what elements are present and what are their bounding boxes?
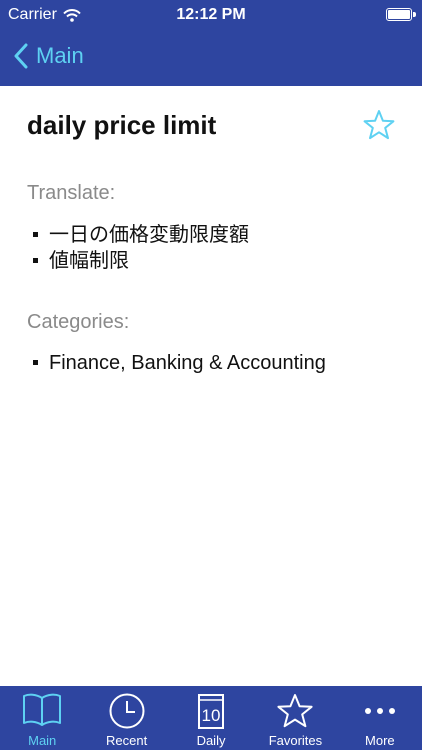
tab-more[interactable]: More	[338, 686, 422, 750]
book-icon	[23, 693, 62, 726]
calendar-icon: 10	[198, 694, 225, 729]
category-list: Finance, Banking & Accounting	[33, 350, 326, 376]
tab-favorites[interactable]: Favorites	[253, 686, 337, 750]
battery-icon	[386, 8, 416, 21]
translation-item: 値幅制限	[33, 248, 249, 274]
tab-main[interactable]: Main	[0, 686, 84, 750]
tab-label: Daily	[196, 733, 226, 748]
categories-heading: Categories:	[27, 311, 130, 333]
chevron-left-icon	[14, 43, 28, 69]
tab-label: Favorites	[268, 733, 323, 748]
tab-label: Recent	[106, 733, 148, 748]
tab-label: Main	[28, 733, 57, 748]
translation-list: 一日の価格変動限度額 値幅制限	[33, 222, 249, 274]
translate-heading: Translate:	[27, 182, 116, 204]
tab-label: More	[365, 733, 395, 748]
tab-recent[interactable]: Recent	[84, 686, 168, 750]
tab-daily[interactable]: 10 Daily	[169, 686, 253, 750]
more-icon	[364, 708, 395, 714]
status-time: 12:12 PM	[176, 6, 246, 23]
navigation-bar: Carrier 12:12 PM Main	[0, 0, 422, 86]
category-item: Finance, Banking & Accounting	[33, 350, 326, 376]
translation-item: 一日の価格変動限度額	[33, 222, 249, 248]
entry-term: daily price limit	[27, 110, 217, 140]
calendar-badge: 10	[202, 706, 221, 725]
favorite-star-icon[interactable]	[362, 108, 396, 142]
back-button[interactable]: Main	[14, 40, 84, 72]
back-button-label: Main	[36, 43, 84, 68]
star-icon	[277, 694, 314, 728]
status-bar: Carrier 12:12 PM	[0, 0, 422, 30]
tab-bar: Main Recent 10 Daily Favorites More	[0, 686, 422, 750]
clock-icon	[109, 693, 145, 729]
